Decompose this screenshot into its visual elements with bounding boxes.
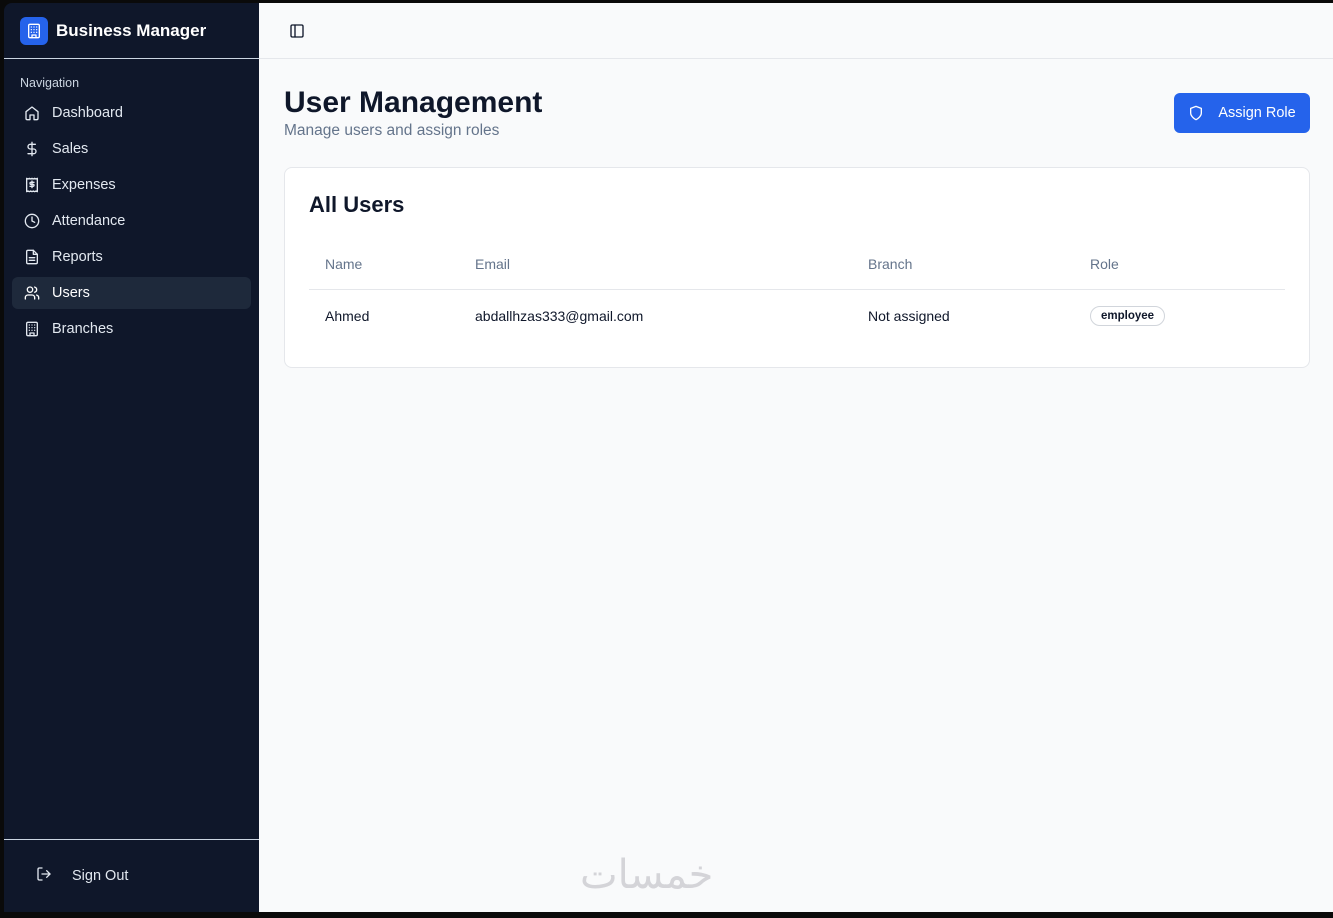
sidebar-item-users[interactable]: Users xyxy=(12,277,251,309)
sidebar: Business Manager Navigation Dashboard Sa… xyxy=(4,3,259,912)
dollar-icon xyxy=(24,141,40,157)
brand-name: Business Manager xyxy=(56,20,207,40)
building-icon xyxy=(24,321,40,337)
nav-list: Dashboard Sales Expenses Attendance Repo… xyxy=(4,97,259,349)
panel-left-icon xyxy=(290,23,304,38)
role-badge: employee xyxy=(1090,306,1166,327)
sidebar-item-label: Attendance xyxy=(52,213,126,229)
sidebar-item-label: Dashboard xyxy=(52,105,123,121)
assign-role-button[interactable]: Assign Role xyxy=(1174,93,1310,133)
column-header-role: Role xyxy=(1074,240,1285,290)
page-header: User Management Manage users and assign … xyxy=(259,59,1333,167)
log-out-icon xyxy=(36,866,52,886)
sidebar-footer: Sign Out xyxy=(4,839,259,912)
receipt-icon xyxy=(24,177,40,193)
sidebar-item-label: Sales xyxy=(52,141,89,157)
page-subtitle: Manage users and assign roles xyxy=(284,122,500,139)
column-header-branch: Branch xyxy=(852,240,1074,290)
sidebar-toggle-button[interactable] xyxy=(287,21,307,41)
page-title: User Management xyxy=(284,86,543,119)
sign-out-label: Sign Out xyxy=(72,868,129,884)
brand-header: Business Manager xyxy=(4,3,259,59)
sidebar-item-attendance[interactable]: Attendance xyxy=(12,205,251,237)
cell-email: abdallhzas333@gmail.com xyxy=(475,308,644,325)
sidebar-item-label: Branches xyxy=(52,321,114,337)
users-card: All Users Name Email Branch Role Ahmed a… xyxy=(284,167,1310,368)
shield-icon xyxy=(1190,105,1203,121)
table-row[interactable]: Ahmed abdallhzas333@gmail.com Not assign… xyxy=(309,289,1285,343)
column-header-name: Name xyxy=(309,240,459,290)
building-icon xyxy=(20,16,48,45)
sidebar-item-label: Expenses xyxy=(52,177,116,193)
sidebar-item-reports[interactable]: Reports xyxy=(12,241,251,273)
column-header-email: Email xyxy=(459,240,852,290)
sidebar-item-sales[interactable]: Sales xyxy=(12,133,251,165)
topbar xyxy=(259,3,1333,59)
home-icon xyxy=(24,105,40,121)
main-content: User Management Manage users and assign … xyxy=(259,3,1333,912)
cell-role: employee xyxy=(1074,289,1285,343)
table-header-row: Name Email Branch Role xyxy=(309,240,1285,290)
assign-role-label: Assign Role xyxy=(1218,105,1296,121)
sidebar-item-branches[interactable]: Branches xyxy=(12,313,251,345)
cell-name: Ahmed xyxy=(325,308,370,325)
nav-group-label: Navigation xyxy=(20,76,80,90)
sidebar-item-expenses[interactable]: Expenses xyxy=(12,169,251,201)
sidebar-item-label: Users xyxy=(52,285,90,301)
file-icon xyxy=(24,249,40,265)
users-icon xyxy=(24,285,40,301)
sidebar-item-label: Reports xyxy=(52,249,103,265)
users-table: Name Email Branch Role Ahmed abdallhzas3… xyxy=(309,240,1285,343)
app-window: Business Manager Navigation Dashboard Sa… xyxy=(4,3,1333,912)
sign-out-button[interactable]: Sign Out xyxy=(36,866,128,886)
clock-icon xyxy=(24,213,40,229)
watermark-logo: خمسات xyxy=(580,852,714,898)
card-title: All Users xyxy=(309,192,405,217)
cell-branch: Not assigned xyxy=(868,308,950,325)
sidebar-item-dashboard[interactable]: Dashboard xyxy=(12,97,251,129)
